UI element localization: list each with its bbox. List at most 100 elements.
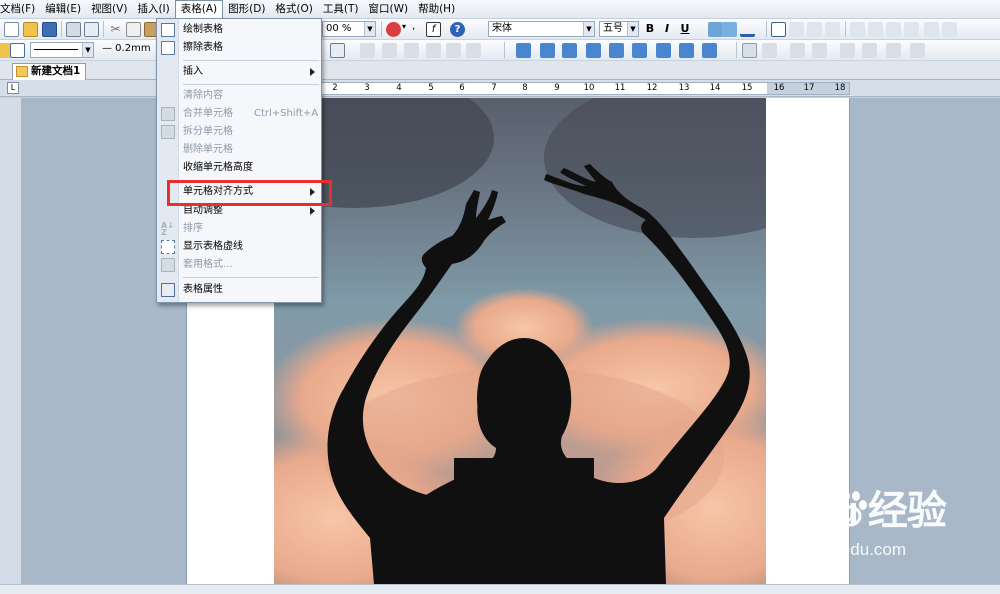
open-folder-icon[interactable] (23, 22, 38, 37)
ruler-tick-label: 3 (364, 83, 370, 93)
insert-row-icon (840, 43, 855, 58)
table-format-icon (161, 258, 175, 272)
align-center-icon[interactable] (789, 22, 804, 37)
menu-item-table-properties[interactable]: 表格属性 (157, 281, 321, 299)
pen-icon[interactable] (10, 43, 25, 58)
italic-button[interactable]: I (660, 21, 674, 37)
cell-align-bottom-center-icon[interactable] (679, 43, 694, 58)
menu-item-shrink-cell-height[interactable]: 收缩单元格高度 (157, 159, 321, 177)
table-row-icon (382, 43, 397, 58)
increase-indent-icon[interactable] (904, 22, 919, 37)
ruler-tick-label: 12 (646, 83, 658, 93)
ruler-tick-label: 18 (834, 83, 846, 93)
menu-graphics[interactable]: 图形(D) (223, 0, 270, 19)
cell-align-bottom-right-icon[interactable] (702, 43, 717, 58)
chevron-down-icon[interactable]: ▾ (402, 22, 406, 31)
cell-align-top-left-icon[interactable] (516, 43, 531, 58)
ruler-tick-label: 16 (773, 83, 785, 93)
print-icon[interactable] (66, 22, 81, 37)
menu-item-clear-content[interactable]: 清除内容 (157, 87, 321, 105)
ruler-tick-label: 10 (583, 83, 595, 93)
menu-item-apply-format[interactable]: 套用格式... (157, 256, 321, 274)
align-justify-icon[interactable] (825, 22, 840, 37)
menu-item-erase-table[interactable]: 擦除表格 (157, 39, 321, 57)
table-col-icon (404, 43, 419, 58)
drawing-toolbar: ▼ — 0.2mm (0, 40, 1000, 61)
watermark-logo-text: Bai u 经验 (765, 489, 947, 533)
document-workspace: Bai u 经验 jingyan.baidu.com (0, 98, 1000, 584)
cell-align-middle-left-icon[interactable] (586, 43, 601, 58)
cell-align-top-center-icon[interactable] (540, 43, 555, 58)
table-split-icon (446, 43, 461, 58)
table-insert-icon[interactable] (330, 43, 345, 58)
tab-stop-selector[interactable]: L (7, 82, 19, 94)
menu-item-split-cells[interactable]: 拆分单元格 (157, 123, 321, 141)
watermark-url: jingyan.baidu.com (769, 540, 907, 559)
menu-item-sort[interactable]: A↓ Z 排序 (157, 220, 321, 238)
line-width-value[interactable]: — 0.2mm (102, 43, 151, 54)
superscript-icon[interactable] (708, 22, 723, 37)
cell-align-bottom-left-icon[interactable] (656, 43, 671, 58)
menu-edit[interactable]: 编辑(E) (40, 0, 86, 19)
document-tab[interactable]: 新建文档1 (12, 63, 87, 80)
bold-button[interactable]: B (643, 21, 657, 37)
subscript-icon[interactable] (722, 22, 737, 37)
table-properties-icon[interactable] (742, 43, 757, 58)
menu-view[interactable]: 视图(V) (86, 0, 132, 19)
ruler-tick-label: 8 (522, 83, 528, 93)
align-right-icon[interactable] (807, 22, 822, 37)
standard-toolbar: ✂ 00 % ▼ ▾ , f ? 宋体 ▼ 五号 ▼ B I U (0, 19, 1000, 40)
sort-icon (886, 43, 901, 58)
align-left-icon[interactable] (771, 22, 786, 37)
menu-item-show-table-gridlines[interactable]: 显示表格虚线 (157, 238, 321, 256)
bullet-list-icon[interactable] (868, 22, 883, 37)
menu-tools[interactable]: 工具(T) (318, 0, 364, 19)
menu-format[interactable]: 格式(O) (270, 0, 317, 19)
cell-align-middle-center-icon[interactable] (609, 43, 624, 58)
menu-help[interactable]: 帮助(H) (413, 0, 460, 19)
menu-item-draw-table[interactable]: 绘制表格 (157, 21, 321, 39)
menu-file[interactable]: 文档(F) (0, 0, 40, 19)
help-icon[interactable]: ? (450, 22, 465, 37)
cut-icon[interactable]: ✂ (108, 22, 123, 37)
copy-icon[interactable] (126, 22, 141, 37)
table-properties-icon (161, 283, 175, 297)
document-tab-label: 新建文档1 (31, 65, 81, 77)
menu-bar: 文档(F) 编辑(E) 视图(V) 插入(I) 表格(A) 图形(D) 格式(O… (0, 0, 1000, 19)
ruler-tick-label: 9 (554, 83, 560, 93)
font-name-select[interactable]: 宋体 ▼ (488, 21, 595, 37)
ruler-tick-label: 14 (709, 83, 721, 93)
ruler-tick-label: 4 (396, 83, 402, 93)
formula-icon[interactable]: f (426, 22, 441, 37)
decrease-indent-icon[interactable] (886, 22, 901, 37)
distribute-cols-icon (812, 43, 827, 58)
line-style-select[interactable]: ▼ (30, 42, 94, 58)
underline-button[interactable]: U (678, 21, 692, 37)
menu-item-delete-cells[interactable]: 删除单元格 (157, 141, 321, 159)
font-size-select[interactable]: 五号 ▼ (599, 21, 639, 37)
font-color-icon[interactable] (740, 22, 755, 37)
color-icon[interactable] (386, 22, 401, 37)
new-document-icon[interactable] (4, 22, 19, 37)
line-spacing-icon[interactable] (942, 22, 957, 37)
ruler-tick-label: 15 (741, 83, 753, 93)
cell-align-middle-right-icon[interactable] (632, 43, 647, 58)
menu-table[interactable]: 表格(A) (174, 0, 224, 19)
numbered-list-icon[interactable] (850, 22, 865, 37)
submenu-arrow-icon (310, 68, 315, 76)
save-icon[interactable] (42, 22, 57, 37)
ruler-tick-label: 5 (428, 83, 434, 93)
menu-window[interactable]: 窗口(W) (364, 0, 414, 19)
menu-insert[interactable]: 插入(I) (132, 0, 174, 19)
paragraph-icon[interactable] (924, 22, 939, 37)
menu-item-insert[interactable]: 插入 (157, 63, 321, 81)
print-preview-icon[interactable] (84, 22, 99, 37)
horizontal-scrollbar[interactable] (0, 584, 1000, 594)
ruler-bar: L 2 3 4 5 6 7 8 9 10 11 12 13 14 15 16 1… (0, 80, 1000, 97)
submenu-arrow-icon (310, 207, 315, 215)
cell-align-top-right-icon[interactable] (562, 43, 577, 58)
zoom-select[interactable]: 00 % ▼ (322, 21, 376, 37)
menu-item-merge-cells[interactable]: 合并单元格 Ctrl+Shift+A (157, 105, 321, 123)
silhouette-photo[interactable] (274, 98, 766, 584)
ruler-tick-label: 13 (678, 83, 690, 93)
